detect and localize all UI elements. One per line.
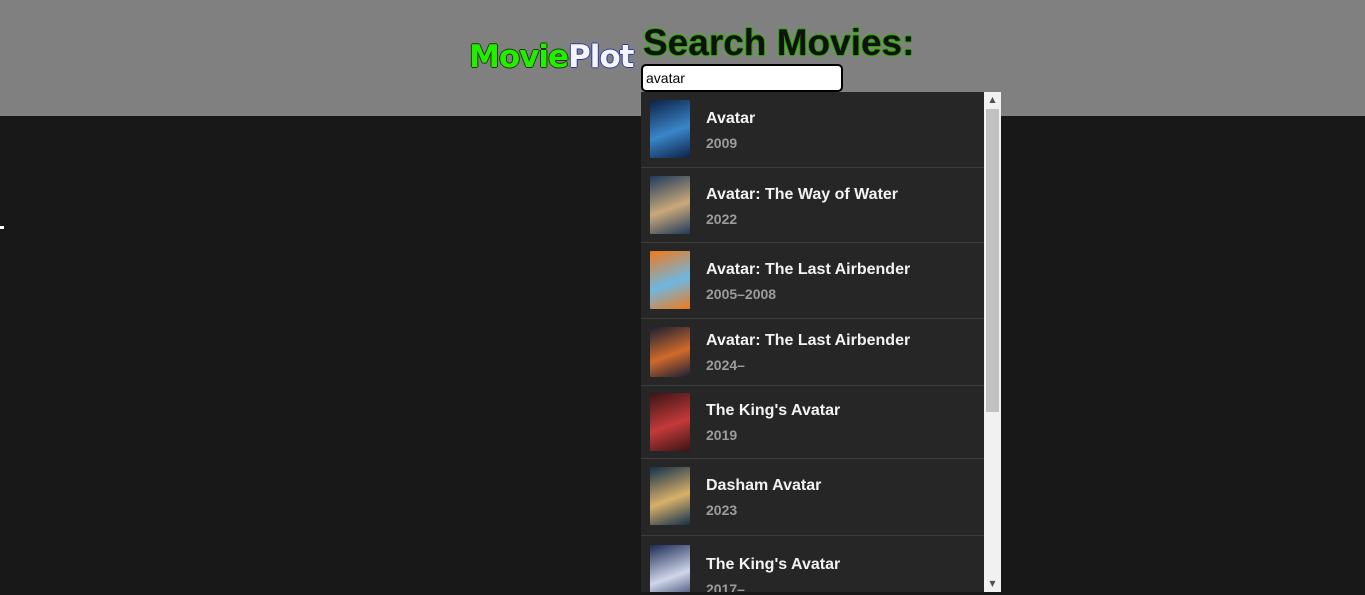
result-item[interactable]: Avatar: The Last Airbender 2005–2008: [641, 243, 984, 319]
scroll-up-arrow-icon[interactable]: ▲: [984, 92, 1001, 108]
result-title: Avatar: The Last Airbender: [706, 332, 911, 349]
result-year: 2022: [706, 211, 738, 227]
search-heading: Search Movies:: [643, 22, 915, 63]
result-item[interactable]: Avatar 2009: [641, 92, 984, 168]
result-item[interactable]: The King's Avatar 2019: [641, 386, 984, 459]
result-year: 2023: [706, 502, 738, 518]
result-title: Avatar: [706, 110, 756, 127]
result-year: 2024–: [706, 357, 745, 373]
movie-poster: [650, 327, 690, 377]
result-year: 2019: [706, 427, 738, 443]
logo-movie-text: Movie: [469, 39, 569, 75]
result-item[interactable]: Avatar: The Way of Water 2022: [641, 168, 984, 243]
movie-poster: [650, 467, 690, 525]
result-year: 2017–: [706, 581, 745, 592]
result-item[interactable]: The King's Avatar 2017–: [641, 536, 984, 592]
search-input[interactable]: [641, 64, 843, 92]
results-scrollbar[interactable]: ▲ ▼: [984, 92, 1001, 592]
movie-poster: [650, 100, 690, 158]
site-logo[interactable]: MoviePlot: [469, 38, 634, 76]
scroll-down-arrow-icon[interactable]: ▼: [984, 576, 1001, 592]
result-title: Avatar: The Last Airbender: [706, 261, 911, 278]
result-title: Dasham Avatar: [706, 477, 822, 494]
result-item[interactable]: Avatar: The Last Airbender 2024–: [641, 319, 984, 386]
result-title: The King's Avatar: [706, 556, 841, 573]
result-title: Avatar: The Way of Water: [706, 186, 899, 203]
side-marker: [0, 226, 4, 229]
result-title: The King's Avatar: [706, 402, 841, 419]
logo-plot-text: Plot: [568, 39, 634, 75]
movie-poster: [650, 176, 690, 234]
scrollbar-thumb[interactable]: [986, 109, 999, 412]
result-year: 2009: [706, 135, 738, 151]
movie-poster: [650, 393, 690, 451]
result-item[interactable]: Dasham Avatar 2023: [641, 459, 984, 536]
movie-poster: [650, 545, 690, 592]
results-list: Avatar 2009 Avatar: The Way of Water 202…: [641, 92, 984, 592]
result-year: 2005–2008: [706, 286, 777, 302]
search-results-dropdown: Avatar 2009 Avatar: The Way of Water 202…: [641, 92, 1001, 592]
movie-poster: [650, 251, 690, 309]
